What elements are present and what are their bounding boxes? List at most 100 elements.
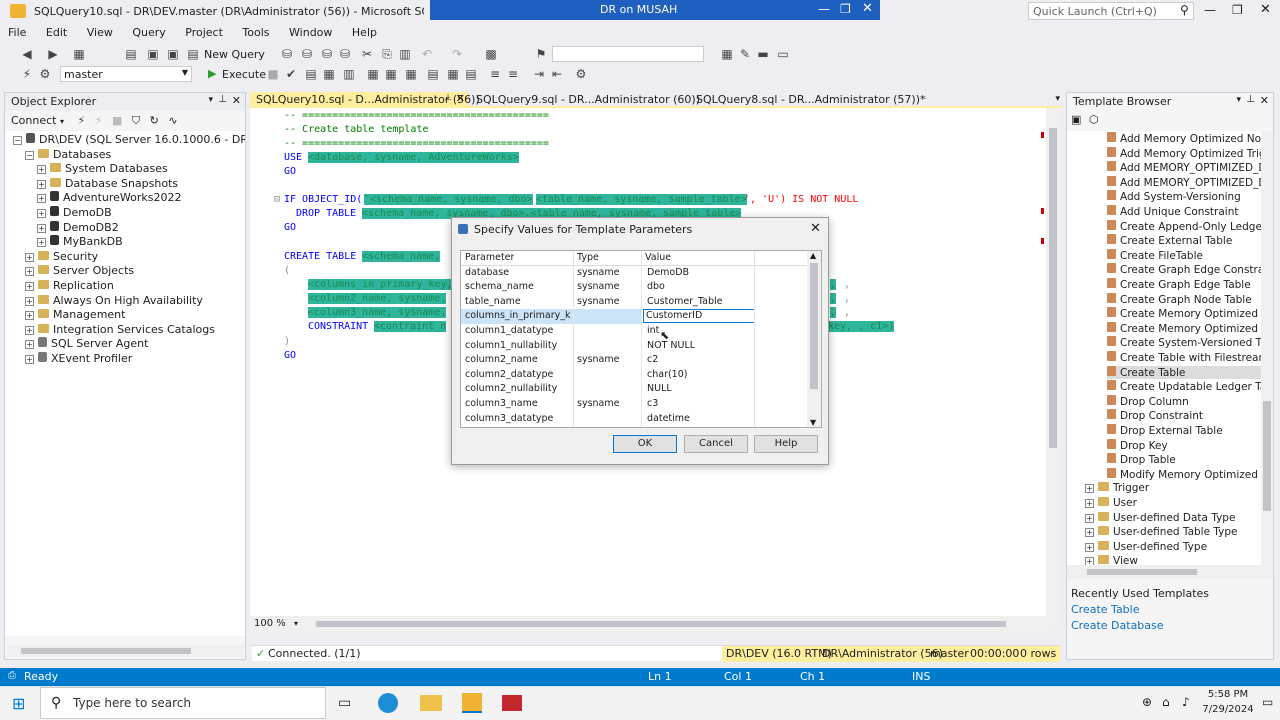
ok-button[interactable]: OK [613,435,677,453]
solution-config-select[interactable] [552,46,704,62]
expand-icon[interactable]: + [25,267,34,277]
db-query-icon[interactable]: ⛁ [280,47,294,61]
indent-icon[interactable]: ⇥ [532,67,546,81]
parameter-value[interactable]: c2 [647,354,658,365]
close-panel-icon[interactable]: ✕ [1260,94,1269,107]
parameter-value[interactable]: NOT NULL [647,340,695,351]
analysis-templates-icon[interactable]: ⬡ [1089,113,1099,126]
menu-query[interactable]: Query [132,26,165,39]
template-folder[interactable]: + Trigger [1085,482,1265,494]
file-explorer-icon[interactable] [420,695,442,711]
parameter-value-input[interactable]: CustomerID [643,309,755,324]
tree-item[interactable]: − DR\DEV (SQL Server 16.0.1000.6 - DR\Adm… [13,133,245,146]
template-item[interactable]: Create Updatable Ledger Table [1107,380,1263,393]
intellisense-icon[interactable]: ▥ [342,67,356,81]
expand-icon[interactable]: + [1085,542,1094,552]
template-item[interactable]: Modify Memory Optimized Colu [1107,467,1263,481]
menu-project[interactable]: Project [185,26,223,39]
parameter-row[interactable]: column2_name sysname c2 [461,353,813,368]
xmla-query-icon[interactable]: ⛁ [338,47,352,61]
expand-icon[interactable]: + [25,282,34,291]
restore-remote-icon[interactable]: ❐ [840,2,851,16]
maximize-icon[interactable]: ❐ [1232,3,1243,17]
parameter-row[interactable]: database sysname DemoDB [461,266,813,281]
expand-icon[interactable]: + [25,296,34,306]
template-item[interactable]: Add Memory Optimized Trigge [1107,146,1263,160]
redo-icon[interactable]: ↷ [450,47,464,61]
chevron-down-icon[interactable]: ▾ [294,619,298,628]
database-select[interactable]: master ▼ [60,66,192,82]
copy-icon[interactable]: ⎘ [380,47,394,62]
close-tab-icon[interactable]: ✕ [456,92,465,105]
expand-icon[interactable]: + [1085,499,1094,508]
pin-icon[interactable]: ⊥ [218,94,227,105]
stop-icon[interactable]: ■ [112,114,122,127]
new-query-icon[interactable]: ▤ [186,47,200,61]
edge-icon[interactable] [378,693,398,713]
taskbar-search[interactable]: ⚲ Type here to search [40,687,326,719]
parameter-row[interactable]: column3_name sysname c3 [461,397,813,412]
parameter-row[interactable]: column1_datatype int [461,324,813,339]
results-text-icon[interactable]: ▤ [426,67,440,81]
expand-icon[interactable]: + [25,355,34,364]
template-folder[interactable]: + View [1085,555,1265,565]
template-item[interactable]: Create Memory Optimized Syst [1107,307,1263,320]
mdx-query-icon[interactable]: ⛁ [300,47,314,61]
expand-icon[interactable]: + [1085,484,1094,494]
tree-item[interactable]: + DemoDB2 [37,220,119,234]
task-view-icon[interactable]: ▭ [338,695,351,711]
dropdown-icon[interactable]: ▾ [208,95,213,105]
template-item[interactable]: Drop Table [1107,453,1263,466]
chevron-down-icon[interactable]: ▾ [60,117,64,126]
template-item[interactable]: Create Append-Only Ledger Tal [1107,219,1263,233]
tree-item[interactable]: + Database Snapshots [37,177,178,190]
tree-item[interactable]: + Integration Services Catalogs [25,323,215,336]
paste-icon[interactable]: ▥ [398,47,412,61]
minimize-icon[interactable]: — [1204,3,1216,17]
expand-icon[interactable]: + [37,179,46,189]
template-item[interactable]: Create Graph Node Table [1107,292,1263,306]
menu-edit[interactable]: Edit [46,26,67,39]
tree-item[interactable]: + Security [25,250,98,263]
template-item[interactable]: Drop External Table [1107,424,1263,437]
template-item[interactable]: Create Graph Edge Constraint [1107,263,1263,276]
undo-icon[interactable]: ↶ [420,47,434,61]
collapse-icon[interactable]: − [25,150,34,160]
comment-icon[interactable]: ≡ [488,67,502,81]
dialog-close-icon[interactable]: ✕ [810,221,821,236]
windows-start-icon[interactable]: ⊞ [12,694,25,713]
language-icon[interactable]: ⊕ [1142,695,1152,709]
expand-icon[interactable]: + [37,194,46,204]
live-stats-icon[interactable]: ▦ [384,67,398,81]
toolbox-icon[interactable]: ▬ [756,47,770,61]
connect-button[interactable]: Connect [11,114,56,127]
menu-view[interactable]: View [87,26,113,39]
template-folder[interactable]: + User-defined Type [1085,540,1265,553]
template-item[interactable]: Create External Table [1107,234,1263,247]
uncomment-icon[interactable]: ≡ [506,67,520,81]
tree-item[interactable]: + SQL Server Agent [25,337,148,350]
tree-item[interactable]: + Always On High Availability [25,294,203,307]
expand-icon[interactable]: + [37,223,46,233]
parameter-value[interactable]: int [647,325,659,336]
tree-item[interactable]: + XEvent Profiler [25,352,132,365]
properties-icon[interactable]: ▦ [720,47,734,61]
template-item[interactable]: Drop Constraint [1107,409,1263,422]
menu-file[interactable]: File [8,26,26,39]
new-project-icon[interactable]: ▦ [72,47,86,61]
parameter-row[interactable]: column1_nullability NOT NULL [461,339,813,354]
tree-item[interactable]: + System Databases [37,162,168,175]
expand-icon[interactable]: + [1085,513,1094,523]
change-connection-icon[interactable]: ⚙ [38,67,52,81]
activity-icon[interactable]: ∿ [168,114,177,127]
parameter-row[interactable]: column2_nullability NULL [461,382,813,397]
horizontal-scrollbar[interactable] [316,621,1006,627]
minimize-remote-icon[interactable]: — [818,2,830,16]
zoom-level[interactable]: 100 % [254,618,286,629]
wrench-icon[interactable]: ✎ [738,47,752,61]
parameter-value[interactable]: dbo [647,281,665,292]
template-folder[interactable]: + User-defined Table Type [1085,526,1265,538]
volume-icon[interactable]: ♪ [1182,695,1190,709]
pin-icon[interactable]: ⊥ [444,93,452,103]
expand-icon[interactable]: + [37,238,46,248]
